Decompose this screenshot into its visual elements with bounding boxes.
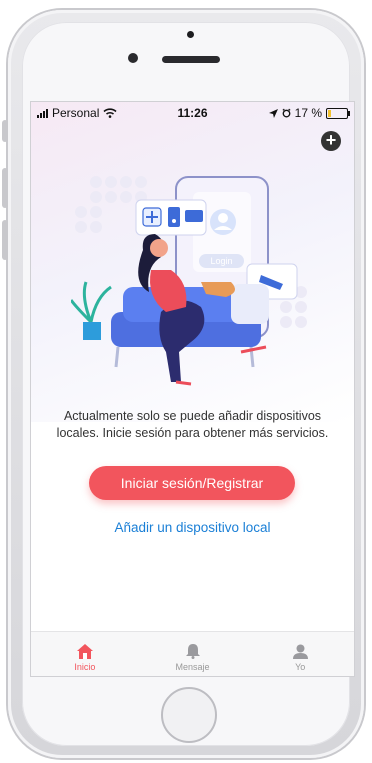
location-arrow-icon (268, 108, 278, 118)
login-register-button[interactable]: Iniciar sesión/Registrar (89, 466, 295, 500)
tab-label: Mensaje (175, 662, 210, 672)
home-icon (76, 644, 93, 659)
bell-icon (185, 644, 200, 659)
user-icon (292, 644, 308, 659)
mute-switch (2, 120, 8, 142)
doorbell-icon (168, 207, 180, 227)
front-camera (128, 53, 138, 63)
volume-down-button (2, 220, 8, 260)
login-label: Login (210, 256, 232, 266)
status-bar: Personal 11:26 17 % (31, 102, 354, 124)
local-mode-message: Actualmente solo se puede añadir disposi… (56, 409, 329, 440)
tab-inicio[interactable]: Inicio (31, 632, 139, 676)
battery-icon (326, 107, 350, 119)
status-right: 17 % (268, 106, 350, 120)
proximity-sensor (187, 31, 194, 38)
volume-up-button (2, 168, 8, 208)
battery-percent: 17 % (294, 106, 322, 120)
app-screen: Personal 11:26 17 % + Login Actualmente … (30, 101, 355, 677)
add-device-button[interactable]: + (321, 131, 341, 151)
plant (71, 281, 112, 324)
home-button[interactable] (161, 687, 217, 743)
tab-label: Yo (295, 662, 306, 672)
earpiece-speaker (162, 56, 220, 63)
recorder-icon (185, 210, 203, 222)
onboarding-illustration: Login (71, 176, 307, 386)
tab-mensaje[interactable]: Mensaje (139, 632, 247, 676)
tab-label: Inicio (74, 662, 96, 672)
tab-bar: Inicio Mensaje Yo (31, 631, 354, 676)
alarm-icon (282, 108, 291, 118)
tab-yo[interactable]: Yo (246, 632, 354, 676)
add-local-device-link[interactable]: Añadir un dispositivo local (31, 520, 354, 535)
